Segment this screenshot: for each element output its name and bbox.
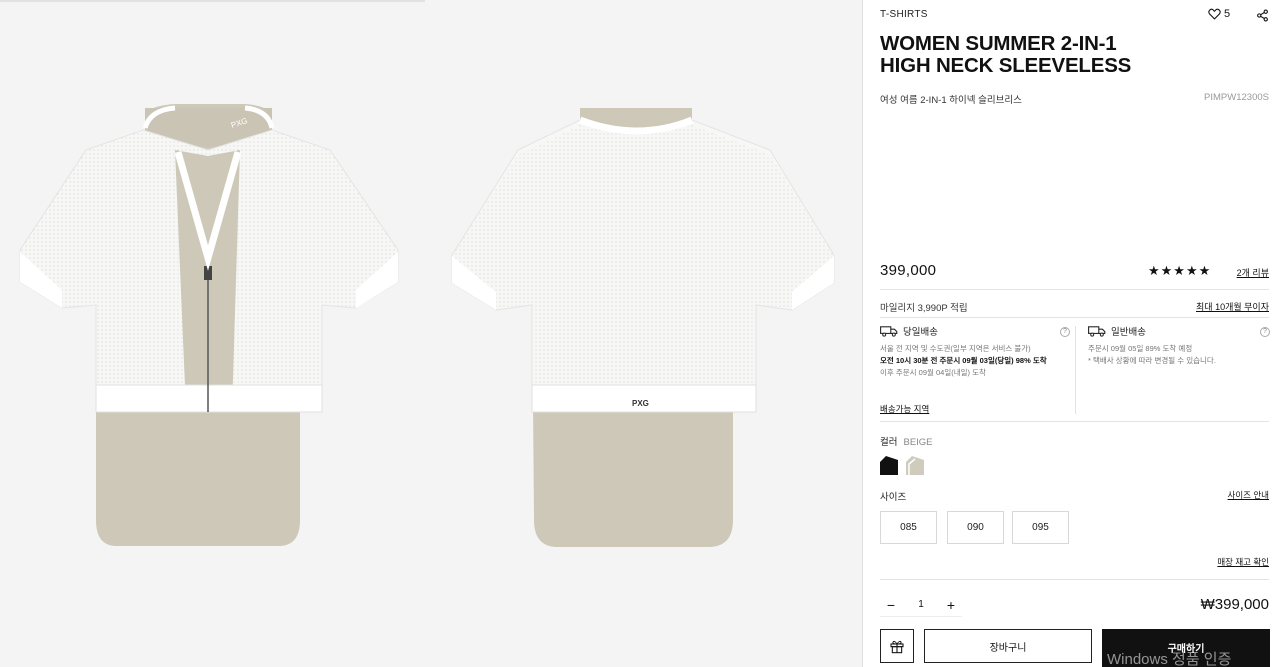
delivery-area-link[interactable]: 배송가능 지역: [880, 403, 929, 415]
share-button[interactable]: [1256, 9, 1269, 27]
quantity-stepper: − 1 +: [880, 593, 962, 617]
color-swatch-black[interactable]: [880, 456, 898, 475]
store-stock-link[interactable]: 매장 재고 확인: [1217, 556, 1269, 568]
product-image-front[interactable]: PXG: [0, 0, 425, 667]
installment-link[interactable]: 최대 10개월 무이자: [1196, 300, 1269, 313]
buy-now-button[interactable]: 구매하기: [1102, 629, 1270, 667]
standard-help-icon[interactable]: ?: [1260, 327, 1270, 337]
delivery-truck-icon: [880, 326, 898, 337]
same-day-shipping-line-2: 오전 10시 30분 전 주문시 09월 03일(당일) 98% 도착: [880, 356, 1047, 365]
divider: [880, 289, 1269, 290]
product-title-line-1: WOMEN SUMMER 2-IN-1: [880, 32, 1117, 55]
wishlist-count: 5: [1224, 8, 1231, 20]
gift-button[interactable]: [880, 629, 914, 663]
standard-shipping-line-2: * 택배사 상황에 따라 변경될 수 있습니다.: [1088, 356, 1216, 365]
size-label: 사이즈: [880, 492, 907, 503]
color-swatch-beige[interactable]: [906, 456, 924, 475]
standard-shipping: 일반배송 ? 주문시 09월 05일 89% 도착 예정 * 택배사 상황에 따…: [1088, 324, 1270, 367]
quantity-decrease-button[interactable]: −: [880, 594, 902, 616]
heart-icon: [1208, 8, 1221, 20]
mileage-info: 마일리지 3,990P 적립: [880, 303, 968, 314]
product-title-line-2: HIGH NECK SLEEVELESS: [880, 54, 1132, 77]
color-option: 컬러 BEIGE: [880, 434, 933, 448]
same-day-shipping-line-3: 이후 주문시 09월 04일(내일) 도착: [880, 368, 986, 377]
wishlist-button[interactable]: 5: [1208, 8, 1230, 20]
product-info-panel: T-SHIRTS 5 WOMEN SUMMER 2-IN-1 HIGH NECK…: [880, 0, 1270, 667]
review-link[interactable]: 2개 리뷰: [1237, 266, 1269, 279]
same-day-help-icon[interactable]: ?: [1060, 327, 1070, 337]
size-guide-link[interactable]: 사이즈 안내: [1228, 489, 1269, 501]
product-gallery: PXG PXG: [0, 0, 862, 667]
delivery-truck-icon: [1088, 326, 1106, 337]
same-day-shipping: 당일배송 ? 서울 전 지역 및 수도권(일부 지역은 서비스 불가) 오전 1…: [880, 324, 1070, 379]
size-option-090[interactable]: 090: [947, 511, 1004, 544]
product-sku: PIMPW12300S: [1204, 92, 1269, 103]
same-day-shipping-label: 당일배송: [903, 327, 938, 338]
divider: [880, 579, 1269, 580]
color-label: 컬러: [880, 437, 898, 448]
swatch-black-fill: [880, 456, 898, 475]
back-garment-illustration: PXG: [451, 108, 835, 547]
divider: [880, 421, 1269, 422]
back-hem-logo: PXG: [632, 399, 649, 408]
same-day-shipping-header: 당일배송: [880, 324, 1070, 338]
quantity-value[interactable]: 1: [918, 599, 924, 610]
add-to-cart-button[interactable]: 장바구니: [924, 629, 1092, 663]
product-subtitle: 여성 여름 2-IN-1 하이넥 슬리브리스: [880, 95, 1022, 106]
same-day-shipping-line-1: 서울 전 지역 및 수도권(일부 지역은 서비스 불가): [880, 344, 1031, 353]
rating-stars: ★★★★★: [1148, 263, 1212, 278]
quantity-increase-button[interactable]: +: [940, 594, 962, 616]
front-garment-illustration: PXG: [19, 104, 399, 546]
product-title: WOMEN SUMMER 2-IN-1 HIGH NECK SLEEVELESS: [880, 33, 1180, 77]
panel-divider: [862, 0, 863, 667]
gift-icon: [890, 640, 904, 654]
shipping-divider: [1075, 326, 1076, 414]
product-category: T-SHIRTS: [880, 9, 928, 20]
standard-shipping-label: 일반배송: [1111, 327, 1146, 338]
product-price: 399,000: [880, 262, 937, 279]
size-option-095[interactable]: 095: [1012, 511, 1069, 544]
total-price: ₩399,000: [1200, 596, 1269, 613]
swatch-beige-fill: [906, 456, 924, 475]
selected-color: BEIGE: [903, 437, 933, 448]
standard-shipping-header: 일반배송: [1088, 324, 1270, 338]
standard-shipping-line-1: 주문시 09월 05일 89% 도착 예정: [1088, 344, 1193, 353]
size-option-085[interactable]: 085: [880, 511, 937, 544]
share-icon: [1257, 9, 1268, 22]
product-image-back[interactable]: PXG: [430, 0, 862, 667]
divider: [880, 317, 1269, 318]
